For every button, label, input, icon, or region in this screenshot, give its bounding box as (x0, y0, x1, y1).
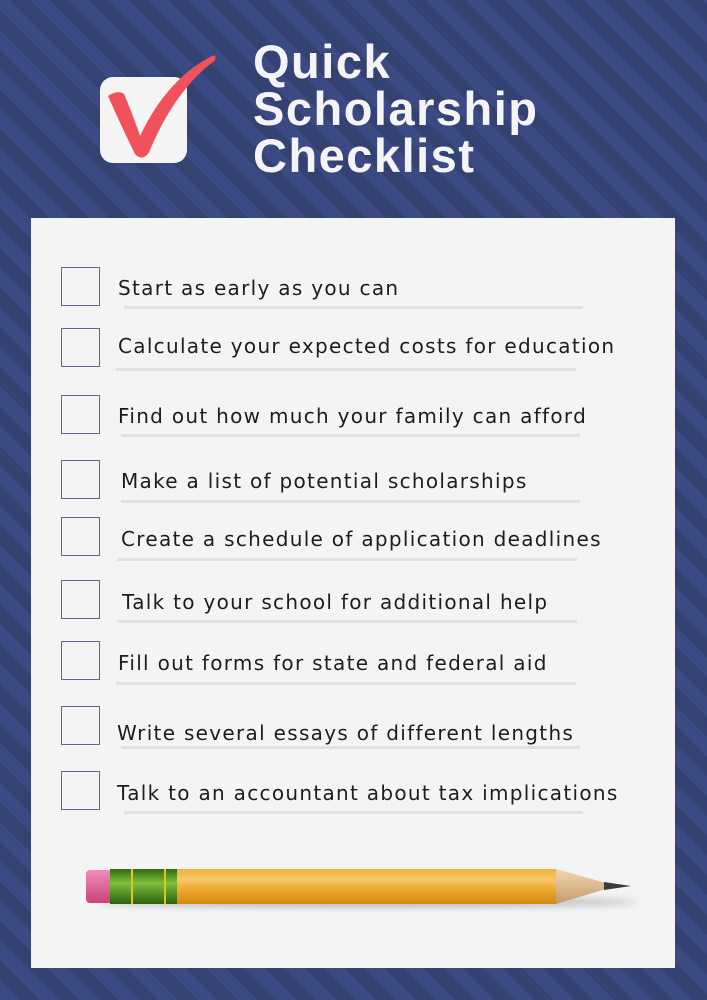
underline-divider (116, 368, 576, 371)
checkbox[interactable] (61, 267, 100, 306)
underline-divider (121, 434, 580, 437)
checklist-item: Fill out forms for state and federal aid (31, 641, 675, 691)
checkbox[interactable] (61, 460, 100, 499)
checklist-item-label: Find out how much your family can afford (118, 404, 588, 428)
page-title: Quick Scholarship Checklist (253, 38, 539, 179)
underline-divider (121, 500, 580, 503)
checklist-item-label: Calculate your expected costs for educat… (118, 334, 616, 358)
checklist-item-label: Talk to your school for additional help (122, 590, 549, 614)
checklist-item: Find out how much your family can afford (31, 395, 675, 445)
checklist-item: Write several essays of different length… (31, 706, 675, 756)
title-line-3: Checklist (253, 129, 476, 182)
checkmark-icon (108, 55, 216, 158)
checkbox[interactable] (61, 517, 100, 556)
checklist-item-label: Fill out forms for state and federal aid (118, 651, 548, 675)
checklist-item: Calculate your expected costs for educat… (31, 328, 675, 378)
checklist-item-label: Write several essays of different length… (117, 721, 575, 745)
underline-divider (116, 682, 576, 685)
underline-divider (124, 306, 583, 309)
pencil-icon (86, 869, 638, 907)
underline-divider (117, 558, 577, 561)
checklist-item: Create a schedule of application deadlin… (31, 517, 675, 567)
underline-divider (117, 620, 577, 623)
checklist-item: Talk to an accountant about tax implicat… (31, 771, 675, 821)
checklist-item-label: Create a schedule of application deadlin… (121, 527, 602, 551)
checkbox[interactable] (61, 328, 100, 367)
checklist-item: Make a list of potential scholarships (31, 460, 675, 510)
title-line-1: Quick (253, 35, 392, 88)
underline-divider (121, 746, 580, 749)
title-line-2: Scholarship (253, 82, 539, 135)
checkbox[interactable] (61, 580, 100, 619)
checklist-item: Talk to your school for additional help (31, 580, 675, 630)
checklist-item-label: Start as early as you can (118, 276, 400, 300)
checklist-item: Start as early as you can (31, 267, 675, 317)
checkbox[interactable] (61, 395, 100, 434)
checklist-item-label: Talk to an accountant about tax implicat… (117, 781, 619, 805)
checklist-panel: Start as early as you can Calculate your… (31, 218, 675, 968)
checklist-item-label: Make a list of potential scholarships (121, 469, 528, 493)
checkbox[interactable] (61, 706, 100, 745)
checkbox[interactable] (61, 641, 100, 680)
underline-divider (124, 811, 583, 814)
checkbox[interactable] (61, 771, 100, 810)
